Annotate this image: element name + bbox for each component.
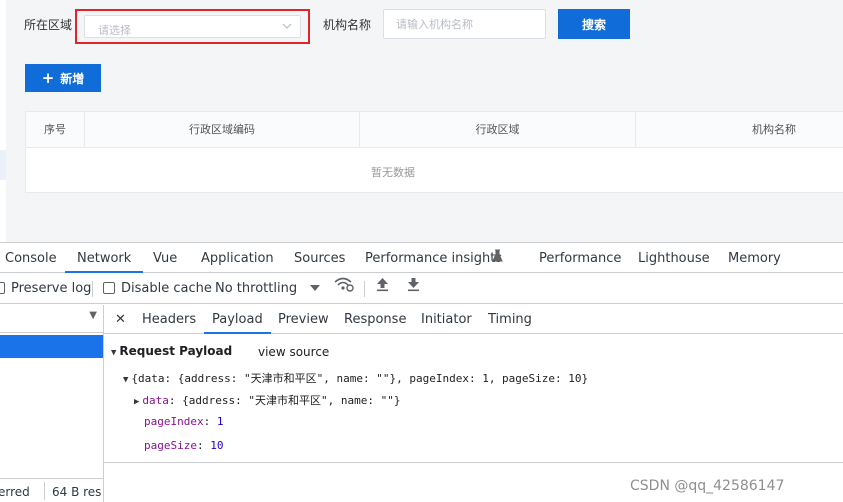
- caret-down-icon[interactable]: ▼: [89, 310, 97, 321]
- network-conditions-icon[interactable]: [334, 274, 354, 304]
- org-table: 序号 行政区域编码 行政区域 机构名称 暂无数据: [25, 111, 843, 193]
- org-name-input[interactable]: [384, 10, 545, 38]
- request-list-header: ▼: [0, 305, 103, 333]
- close-icon[interactable]: ✕: [115, 305, 126, 334]
- tab-initiator[interactable]: Initiator: [421, 305, 472, 334]
- triangle-down-icon: ▼: [111, 348, 117, 358]
- tab-timing[interactable]: Timing: [488, 305, 532, 334]
- add-button-label: 新增: [60, 71, 85, 86]
- throttling-value: No throttling: [215, 281, 298, 296]
- download-icon[interactable]: [407, 274, 420, 304]
- network-status-bar: erred 64 B res: [0, 478, 103, 502]
- payload-summary-row[interactable]: ▼ {data: {address: "天津市和平区", name: ""}, p…: [123, 370, 588, 386]
- disable-cache-checkbox[interactable]: [103, 282, 115, 294]
- tab-headers[interactable]: Headers: [142, 305, 196, 334]
- preserve-log-checkbox[interactable]: [0, 282, 5, 294]
- throttling-caret-icon[interactable]: [310, 274, 320, 304]
- tab-application[interactable]: Application: [201, 243, 274, 273]
- payload-page-size-row: pageSize: 10: [144, 439, 224, 452]
- watermark: CSDN @qq_42586147: [630, 478, 785, 494]
- payload-data-value: {address: "天津市和平区", name: ""}: [182, 394, 401, 407]
- toolbar-divider: [92, 281, 93, 297]
- left-edge-strip: [0, 0, 6, 242]
- tab-lighthouse[interactable]: Lighthouse: [638, 243, 710, 273]
- app-page: 所在区域 请选择 机构名称 搜索 + 新增 序号 行政区域编码 行政区域 机构名…: [0, 0, 843, 242]
- selected-request-row[interactable]: [0, 335, 103, 358]
- chevron-down-icon: [282, 20, 292, 34]
- payload-summary: {data: {address: "天津市和平区", name: ""}, pa…: [131, 372, 589, 385]
- triangle-down-icon: ▼: [123, 375, 129, 385]
- request-tab-bar: ✕ Headers Payload Preview Response Initi…: [104, 305, 843, 334]
- tab-console[interactable]: Console: [5, 243, 57, 273]
- payload-page-size-key: pageSize: [144, 439, 197, 452]
- status-transferred: erred: [0, 485, 30, 499]
- toolbar-divider: [364, 281, 365, 297]
- search-button[interactable]: 搜索: [558, 9, 630, 39]
- payload-data-key: data: [142, 394, 169, 407]
- tab-vue[interactable]: Vue: [153, 243, 177, 273]
- table-empty-text: 暂无数据: [371, 166, 415, 179]
- disable-cache-toggle[interactable]: Disable cache: [103, 274, 212, 304]
- tab-preview[interactable]: Preview: [278, 305, 329, 334]
- status-resources: 64 B res: [52, 485, 102, 499]
- upload-icon[interactable]: [376, 274, 389, 304]
- tab-performance-insights[interactable]: Performance insights: [365, 243, 502, 273]
- region-select-placeholder: 请选择: [98, 24, 131, 37]
- preserve-log-toggle[interactable]: Preserve log: [0, 274, 91, 304]
- request-payload-title: Request Payload: [119, 344, 233, 358]
- disable-cache-label: Disable cache: [121, 281, 212, 296]
- tab-performance[interactable]: Performance: [539, 243, 621, 273]
- column-header-region: 行政区域: [360, 112, 636, 148]
- payload-page-index-row: pageIndex: 1: [144, 415, 224, 428]
- table-header: 序号 行政区域编码 行政区域 机构名称: [26, 112, 843, 148]
- tab-memory[interactable]: Memory: [728, 243, 781, 273]
- flask-icon: [492, 243, 503, 273]
- column-header-region-code: 行政区域编码: [85, 112, 360, 148]
- request-payload-header[interactable]: ▼ Request Payload: [111, 344, 232, 358]
- payload-page-size-value: 10: [210, 439, 224, 452]
- region-label: 所在区域: [24, 18, 73, 32]
- region-select[interactable]: 请选择: [84, 15, 301, 38]
- region-select-highlight: 请选择: [75, 9, 310, 44]
- preserve-log-label: Preserve log: [11, 281, 92, 296]
- tab-network[interactable]: Network: [65, 243, 144, 273]
- payload-page-index-key: pageIndex: [144, 415, 204, 428]
- tab-sources[interactable]: Sources: [294, 243, 345, 273]
- payload-data-row[interactable]: ▶ data: {address: "天津市和平区", name: ""}: [134, 392, 401, 408]
- column-header-index: 序号: [26, 112, 85, 148]
- devtools-panel: Console Network Vue Application Sources …: [0, 242, 843, 502]
- request-list-pane: ▼ erred 64 B res: [0, 305, 104, 502]
- org-name-label: 机构名称: [323, 18, 372, 32]
- triangle-right-icon: ▶: [134, 397, 140, 407]
- network-toolbar: Preserve log Disable cache No throttling: [0, 274, 843, 304]
- left-edge-marker: [0, 150, 6, 180]
- org-name-input-wrapper: [383, 9, 546, 39]
- devtools-tab-bar: Console Network Vue Application Sources …: [0, 243, 843, 273]
- plus-icon: +: [41, 69, 55, 87]
- column-header-org-name: 机构名称: [752, 123, 796, 136]
- payload-page-index-value: 1: [216, 415, 224, 428]
- view-source-link[interactable]: view source: [258, 345, 329, 359]
- status-divider: [44, 482, 45, 500]
- tab-payload[interactable]: Payload: [204, 305, 271, 334]
- payload-viewer: ▼ Request Payload view source ▼ {data: {ad…: [104, 335, 843, 502]
- payload-divider: [104, 462, 843, 463]
- tab-response[interactable]: Response: [344, 305, 406, 334]
- add-button[interactable]: + 新增: [25, 64, 101, 92]
- throttling-select[interactable]: No throttling: [215, 274, 297, 304]
- request-details-pane: ✕ Headers Payload Preview Response Initi…: [104, 305, 843, 502]
